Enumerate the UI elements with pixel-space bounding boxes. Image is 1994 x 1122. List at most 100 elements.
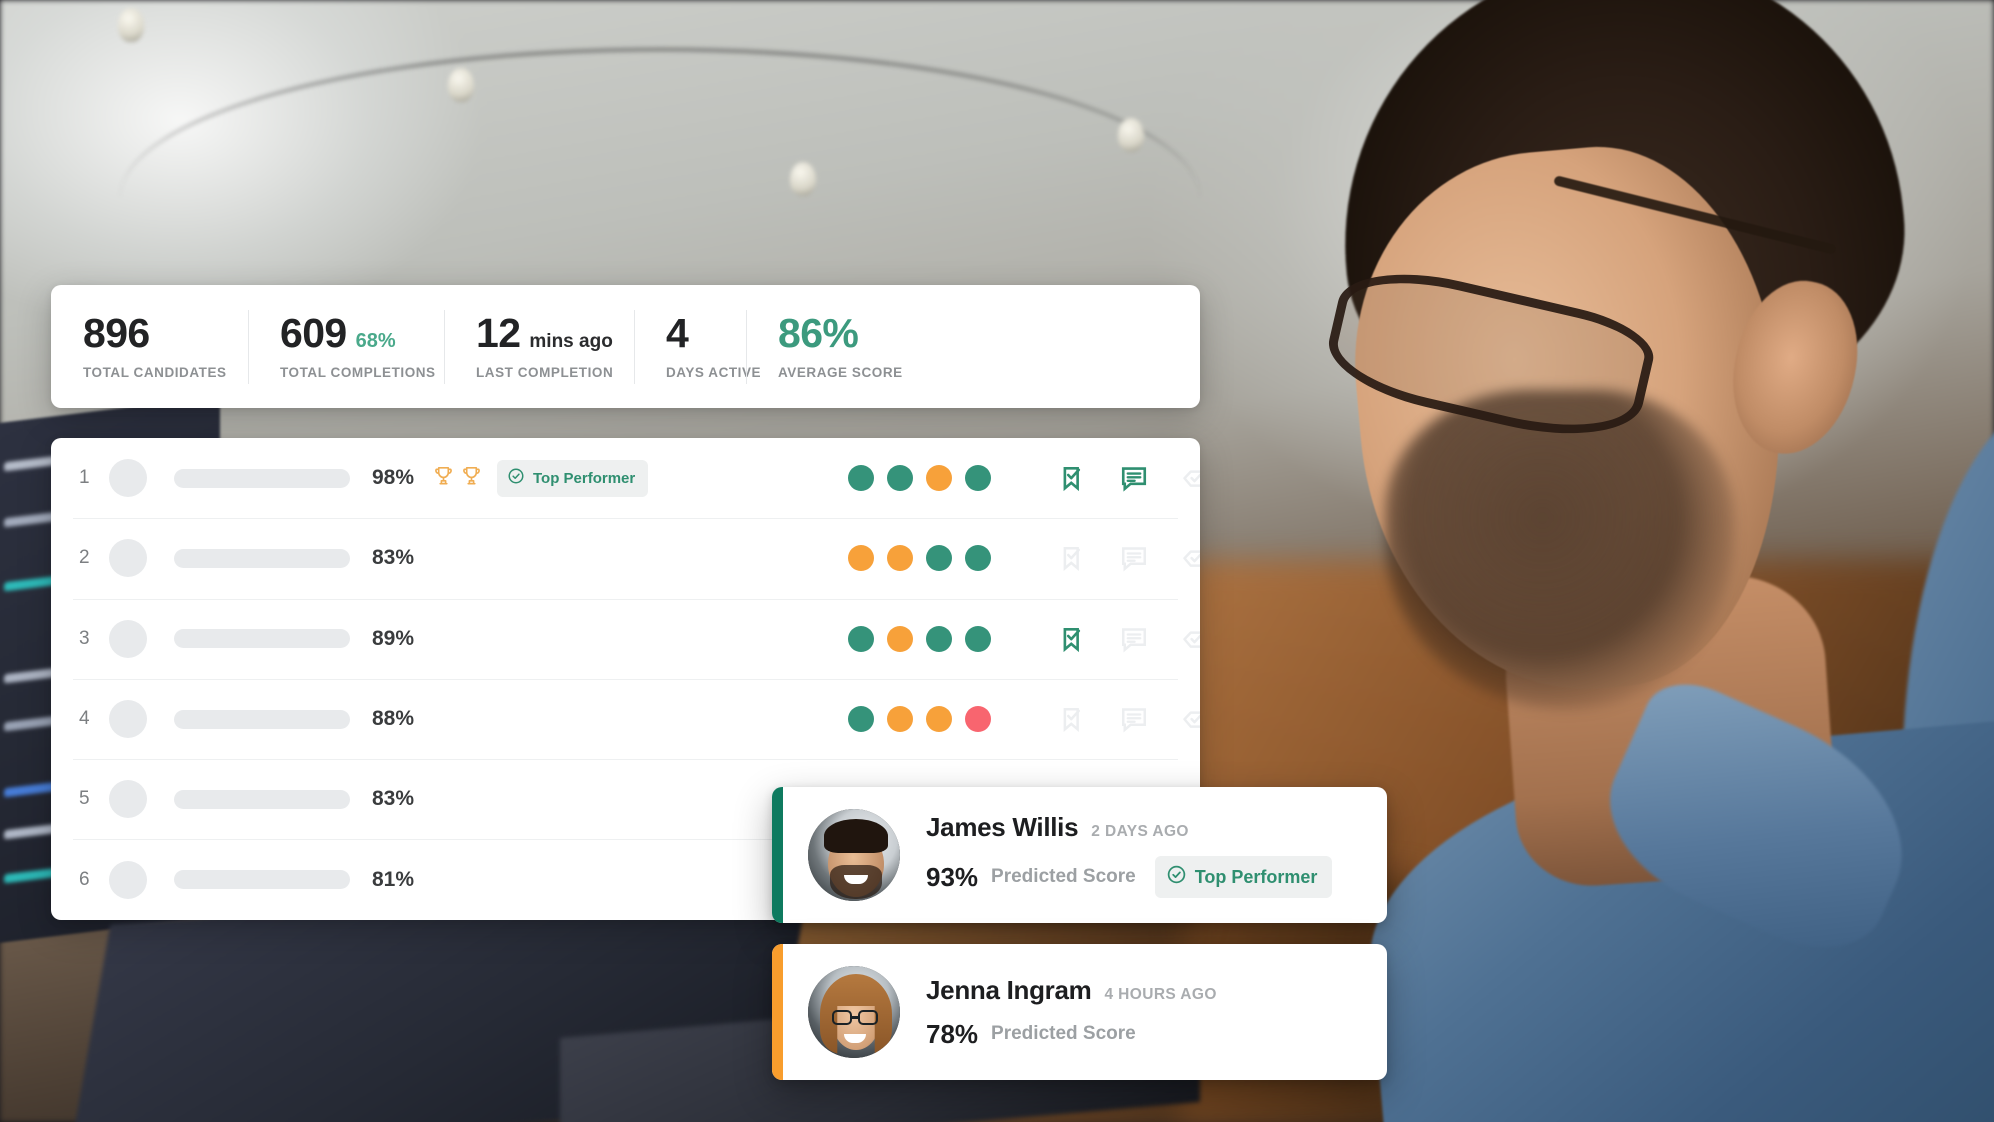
bookmark-check-icon[interactable] bbox=[1058, 463, 1088, 493]
light-bulb-icon bbox=[118, 8, 144, 42]
trophy-icon bbox=[432, 464, 455, 492]
skill-dot-teal bbox=[887, 465, 913, 492]
comment-icon[interactable] bbox=[1119, 463, 1149, 493]
stat-label: DAYS ACTIVE bbox=[666, 365, 762, 380]
skill-dot-teal bbox=[926, 625, 952, 652]
skill-dot-teal bbox=[965, 465, 991, 492]
candidate-name-placeholder bbox=[174, 870, 350, 890]
score-value: 89% bbox=[372, 626, 415, 650]
stat-label: TOTAL CANDIDATES bbox=[83, 365, 227, 380]
card-accent-bar bbox=[772, 944, 783, 1080]
stat-last-completion: 12 mins ago LAST COMPLETION bbox=[444, 309, 634, 384]
skill-dot-group bbox=[848, 625, 991, 652]
skill-dot-orange bbox=[887, 545, 913, 572]
notification-card-james-willis[interactable]: James Willis 2 DAYS AGO 93% Predicted Sc… bbox=[772, 787, 1387, 923]
tag-check-icon bbox=[1180, 543, 1200, 573]
avatar-placeholder bbox=[109, 459, 147, 498]
score-value: 83% bbox=[372, 787, 415, 811]
stat-value: 609 bbox=[280, 310, 347, 356]
skill-dot-teal bbox=[965, 545, 991, 572]
comment-icon bbox=[1119, 543, 1149, 573]
row-actions bbox=[1058, 704, 1200, 734]
table-row[interactable]: 2 83% bbox=[51, 518, 1200, 598]
stat-days-active: 4 DAYS ACTIVE bbox=[634, 309, 762, 384]
avatar-placeholder bbox=[109, 700, 147, 739]
skill-dot-teal bbox=[848, 706, 874, 733]
skill-dot-orange bbox=[887, 706, 913, 733]
rank-number: 4 bbox=[79, 708, 90, 730]
timestamp: 2 DAYS AGO bbox=[1091, 823, 1189, 840]
skill-dot-teal bbox=[926, 545, 952, 572]
candidate-name-placeholder bbox=[174, 468, 350, 488]
avatar-placeholder bbox=[109, 780, 147, 819]
stat-value: 4 bbox=[666, 310, 689, 356]
skill-dot-orange bbox=[887, 625, 913, 652]
skill-dot-group bbox=[848, 545, 991, 572]
rank-number: 5 bbox=[79, 788, 90, 810]
stat-value: 86% bbox=[778, 310, 859, 356]
tag-check-icon bbox=[1180, 624, 1200, 654]
light-bulb-icon bbox=[448, 68, 474, 102]
rank-number: 2 bbox=[79, 547, 90, 569]
badge-label: Top Performer bbox=[1194, 866, 1318, 887]
tag-check-icon bbox=[1180, 463, 1200, 493]
rank-number: 6 bbox=[79, 868, 90, 890]
stat-value: 12 bbox=[476, 310, 521, 356]
trophy-icon bbox=[460, 464, 483, 492]
avatar-placeholder bbox=[109, 860, 147, 899]
light-bulb-icon bbox=[1118, 118, 1144, 152]
skill-dot-group bbox=[848, 706, 991, 733]
stat-total-completions: 609 68% TOTAL COMPLETIONS bbox=[248, 309, 444, 384]
skill-dot-group bbox=[848, 465, 991, 492]
candidate-name-placeholder bbox=[174, 629, 350, 649]
skill-dot-teal bbox=[848, 465, 874, 492]
skill-dot-orange bbox=[926, 465, 952, 492]
score-value: 83% bbox=[372, 546, 415, 570]
notification-card-jenna-ingram[interactable]: Jenna Ingram 4 HOURS AGO 78% Predicted S… bbox=[772, 944, 1387, 1080]
candidate-name: James Willis bbox=[926, 812, 1079, 842]
avatar bbox=[808, 966, 900, 1058]
table-row[interactable]: 3 89% bbox=[51, 598, 1200, 679]
stats-summary-bar: 896 TOTAL CANDIDATES 609 68% TOTAL COMPL… bbox=[51, 285, 1200, 408]
card-accent-bar bbox=[772, 787, 783, 923]
predicted-score-value: 78% bbox=[926, 1018, 979, 1049]
stat-average-score: 86% AVERAGE SCORE bbox=[746, 309, 946, 384]
avatar bbox=[808, 809, 900, 901]
avatar-placeholder bbox=[109, 539, 147, 578]
bookmark-check-icon[interactable] bbox=[1058, 624, 1088, 654]
badge-label: Top Performer bbox=[533, 469, 636, 487]
score-value: 88% bbox=[372, 707, 415, 731]
check-circle-icon bbox=[507, 467, 525, 490]
timestamp: 4 HOURS AGO bbox=[1104, 985, 1217, 1003]
stat-unit: mins ago bbox=[529, 331, 613, 352]
table-row[interactable]: 4 88% bbox=[51, 678, 1200, 759]
avatar-placeholder bbox=[109, 619, 147, 658]
score-value: 81% bbox=[372, 867, 415, 891]
candidate-name-placeholder bbox=[174, 709, 350, 729]
stat-label: LAST COMPLETION bbox=[476, 365, 614, 380]
comment-icon bbox=[1119, 704, 1149, 734]
skill-dot-teal bbox=[848, 625, 874, 652]
light-bulb-icon bbox=[790, 162, 816, 196]
check-circle-icon bbox=[1166, 864, 1187, 890]
tag-check-icon bbox=[1180, 704, 1200, 734]
stat-percentage: 68% bbox=[355, 330, 396, 352]
trophy-group bbox=[432, 464, 483, 492]
skill-dot-teal bbox=[965, 625, 991, 652]
table-row[interactable]: 1 98% Top Performer bbox=[51, 438, 1200, 518]
status-badge: Top Performer bbox=[497, 459, 649, 497]
row-actions bbox=[1058, 463, 1200, 493]
skill-dot-red bbox=[965, 706, 991, 733]
stat-label: AVERAGE SCORE bbox=[778, 365, 903, 380]
stat-total-candidates: 896 TOTAL CANDIDATES bbox=[51, 310, 248, 384]
bookmark-check-icon bbox=[1058, 543, 1088, 573]
candidate-name-placeholder bbox=[174, 548, 350, 568]
predicted-score-value: 93% bbox=[926, 861, 979, 892]
rank-number: 3 bbox=[79, 627, 90, 649]
bookmark-check-icon bbox=[1058, 704, 1088, 734]
status-badge: Top Performer bbox=[1154, 856, 1333, 898]
stat-value: 896 bbox=[83, 310, 150, 356]
score-value: 98% bbox=[372, 466, 415, 490]
predicted-score-label: Predicted Score bbox=[991, 866, 1136, 887]
rank-number: 1 bbox=[79, 467, 90, 489]
